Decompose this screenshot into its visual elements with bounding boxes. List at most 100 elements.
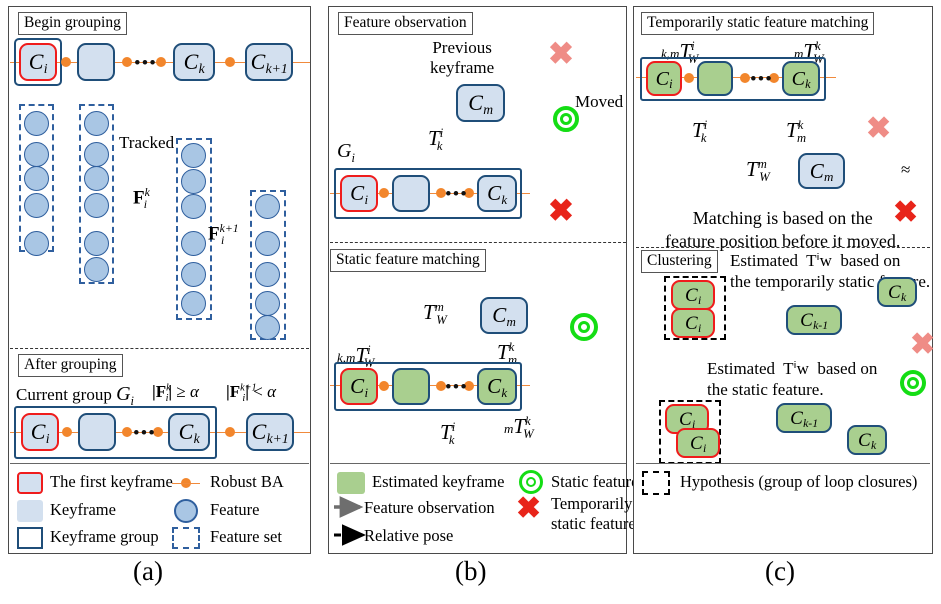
legend-label-feature-observation: Feature observation [364,498,495,517]
panel-a-condition-k: |Fki| ≥ α [152,382,199,405]
keyframe-swatch [17,500,43,522]
panel-a-bottom-keyframe-ck1: Ck+1 [246,413,294,451]
panel-a-feature [181,291,206,316]
panel-b-static-Tki-label: Tik [440,420,456,448]
panel-a-feature [181,143,206,168]
panel-b-group-label: Gi [337,140,355,165]
panel-c-approx-symbol: ≈ [901,160,911,179]
panel-a-feature [255,315,280,340]
panel-b-title-bottom: Static feature matching [330,249,486,272]
panel-a-condition-k1: |Fk+1i| < α [226,382,276,405]
panel-a-tracked-label: Tracked [119,133,175,152]
panel-c-cluster2-source-ck-1: Ck-1 [776,403,832,433]
panel-c-cluster1-source-ck-1: Ck-1 [786,305,842,335]
panel-a-ba-dot-1 [61,57,71,67]
panel-b-Tki-label: Tik [428,126,444,154]
panel-a-feature [84,142,109,167]
panel-a-ba-dot-4 [225,57,235,67]
caption-c: (c) [765,556,795,586]
first-keyframe-swatch [17,472,43,494]
legend-label-static-feature: Static feature [551,472,639,491]
temporarily-static-feature-swatch: ✖ [516,492,542,525]
panel-a-divider [10,348,309,349]
panel-b-prev-keyframe-cm: Cm [456,84,505,122]
panel-b-ba-ellipsis: ••• [445,184,468,205]
caption-b: (b) [455,556,487,586]
panel-a-feature [255,262,280,287]
panel-a-legend-divider [10,463,309,464]
panel-a-title-bottom: After grouping [18,354,123,377]
panel-b-static-ba-ellipsis: ••• [445,377,468,398]
panel-a-feature [84,193,109,218]
legend-label-estimated-keyframe: Estimated keyframe [372,472,505,491]
panel-c-cluster1-source-ck: Ck [877,277,917,307]
panel-c-prev-keyframe-cm: Cm [798,153,845,189]
feature-set-swatch [172,527,200,549]
panel-a-feature [255,194,280,219]
panel-a-keyframe-ci: Ci [19,43,57,81]
panel-a-feature [255,291,280,316]
panel-c-cluster-note-2: Estimated Tⁱᴡ based on the static featur… [707,359,878,400]
panel-a-feature [181,262,206,287]
legend-label-relative-pose: Relative pose [364,526,454,545]
panel-c-ba-dot-1 [684,73,694,83]
panel-a-feature [84,111,109,136]
temporarily-static-feature-icon: ✖ [548,36,574,71]
panel-a-feature [24,193,49,218]
panel-b-static-prev-keyframe-cm: Cm [480,297,528,334]
legend-label-feature: Feature [210,500,260,519]
panel-b-TWm-label: TmW [423,300,447,328]
legend-label-keyframe-group: Keyframe group [50,527,159,546]
temporarily-static-feature-icon: ✖ [866,112,892,145]
panel-a-feature [84,257,109,282]
panel-a-fik-label: Fki [133,186,150,212]
static-feature-icon-inner [907,377,919,389]
panel-a-feature [24,231,49,256]
panel-a-feature [181,194,206,219]
panel-b-moved-label: Moved [575,92,624,111]
figure-root: Begin grouping Ci Ck Ck+1 ••• ... ... ..… [0,0,941,604]
temporarily-static-feature-icon: ✖ [548,193,574,228]
panel-a-feature [181,169,206,194]
panel-b-divider [330,242,626,243]
panel-a-feature [255,231,280,256]
panel-c-Tmk-label: Tkm [786,118,807,146]
panel-b-legend-divider [330,463,626,464]
feature-swatch [174,499,198,523]
panel-c-keyframe-ci: Ci [646,61,682,96]
panel-b-static-keyframe-ci: Ci [340,368,378,405]
legend-label-keyframe: Keyframe [50,500,116,519]
legend-label-temporarily-static-feature: Temporarily static feature [551,494,636,533]
panel-a-fik1-label: Fk+1i [208,222,239,248]
panel-a-ba-ellipsis: ••• [134,53,157,74]
panel-a-feature [84,231,109,256]
legend-label-robust-ba: Robust BA [210,472,284,491]
panel-c-cluster2-hypothesis-ci-b: Ci [676,428,720,458]
panel-b-title-top: Feature observation [338,12,473,35]
panel-a-bottom-ba-dot-1 [62,427,72,437]
panel-a-keyframe-anon [77,43,115,81]
panel-b-ba-dot-1 [379,188,389,198]
robust-ba-swatch-line [172,483,200,484]
estimated-keyframe-swatch [337,472,365,494]
panel-b-static-keyframe-ck: Ck [477,368,517,405]
panel-b-previous-keyframe-label: Previous keyframe [430,38,495,78]
panel-a-keyframe-ck: Ck [173,43,215,81]
panel-c-Tki-label: Tik [692,118,708,146]
panel-a-feature [24,166,49,191]
panel-a-bottom-ba-dot-4 [225,427,235,437]
panel-c-keyframe-anon [697,61,733,96]
panel-a-feature [24,111,49,136]
static-feature-icon-inner [560,113,572,125]
panel-a-feature [84,166,109,191]
panel-c-divider [636,247,930,248]
hypothesis-swatch [642,471,670,495]
legend-label-first-keyframe: The first keyframe [50,472,173,491]
panel-c-legend-divider [636,463,930,464]
temporarily-static-feature-icon: ✖ [910,328,936,361]
panel-a-bottom-keyframe-ck: Ck [168,413,210,451]
panel-b-mTWk-label: mTkW [504,414,534,442]
panel-b-keyframe-ci: Ci [340,175,378,212]
panel-a-ba-dot-3 [156,57,166,67]
panel-a-title-top: Begin grouping [18,12,127,35]
